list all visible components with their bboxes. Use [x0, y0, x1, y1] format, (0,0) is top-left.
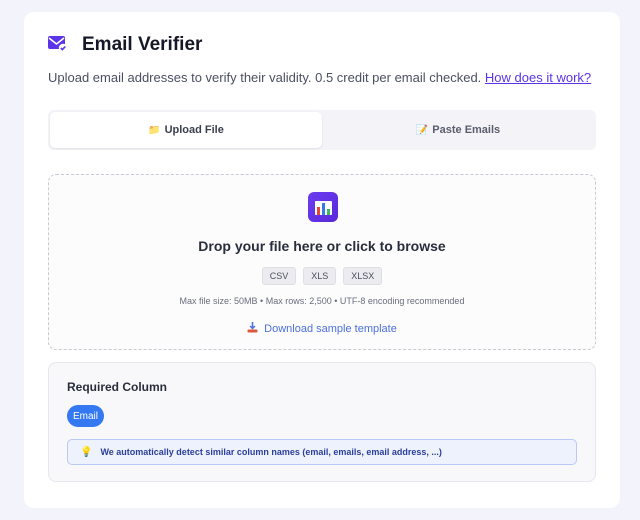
tab-paste-emails[interactable]: 📝 Paste Emails [322, 112, 594, 148]
column-detection-hint: 💡 We automatically detect similar column… [67, 439, 577, 465]
download-icon [247, 322, 258, 336]
required-column-panel: Required Column Email 💡 We automatically… [48, 362, 596, 482]
required-column-title: Required Column [67, 380, 168, 394]
upload-limits: Max file size: 50MB • Max rows: 2,500 • … [179, 296, 465, 306]
input-mode-tabs: 📁 Upload File 📝 Paste Emails [48, 110, 596, 150]
header: Email Verifier [48, 34, 202, 56]
format-badge-csv: CSV [261, 267, 297, 285]
tab-paste-emails-label: Paste Emails [432, 124, 501, 136]
page-subtitle: Upload email addresses to verify their v… [48, 70, 591, 85]
tab-upload-file-label: Upload File [164, 124, 224, 136]
tab-upload-file[interactable]: 📁 Upload File [50, 112, 322, 148]
how-it-works-link[interactable]: How does it work? [485, 70, 591, 85]
subtitle-text: Upload email addresses to verify their v… [48, 70, 482, 85]
lightbulb-icon: 💡 [80, 446, 93, 458]
accepted-formats: CSV XLS XLSX [49, 267, 595, 285]
memo-icon: 📝 [415, 124, 429, 136]
bar-chart-icon [308, 192, 338, 222]
download-template-label: Download sample template [264, 323, 397, 335]
envelope-check-icon [48, 35, 68, 55]
format-badge-xlsx: XLSX [343, 267, 383, 285]
hint-text: We automatically detect similar column n… [100, 447, 442, 457]
folder-icon: 📁 [148, 124, 161, 136]
download-template-link[interactable]: Download sample template [49, 322, 595, 336]
email-verifier-card: Email Verifier Upload email addresses to… [24, 12, 620, 508]
dropzone-title: Drop your file here or click to browse [198, 238, 446, 254]
page-title: Email Verifier [82, 34, 203, 55]
file-dropzone[interactable]: Drop your file here or click to browse C… [48, 174, 596, 350]
format-badge-xls: XLS [303, 267, 337, 285]
column-pill-email: Email [67, 405, 105, 427]
